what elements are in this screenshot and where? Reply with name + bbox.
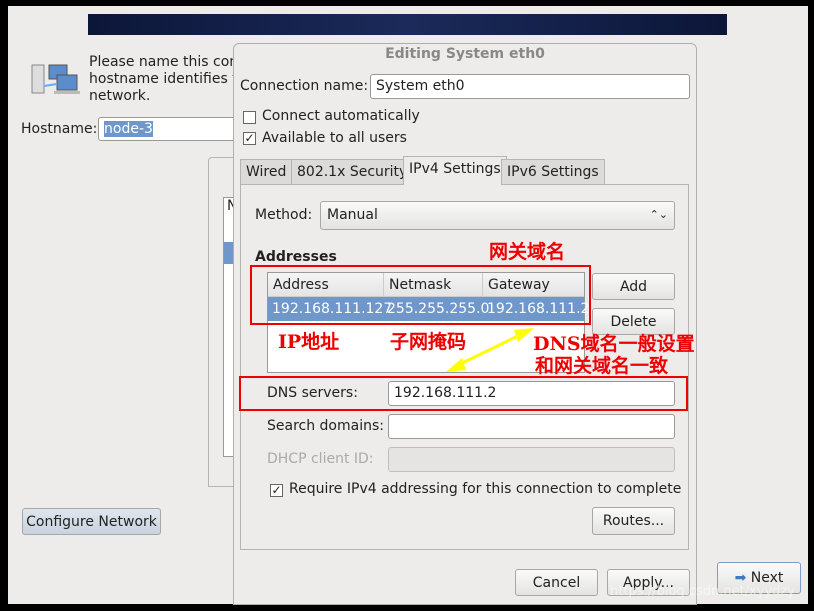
connect-automatically-checkbox[interactable] xyxy=(243,111,256,124)
annotation-gateway: 网关域名 xyxy=(489,241,566,263)
cancel-button[interactable]: Cancel xyxy=(515,569,598,596)
annotation-dns-2: 和网关域名一致 xyxy=(535,355,669,377)
watermark: https://blog.csdn.net/xyydzy xyxy=(610,584,795,599)
dialog-title: Editing System eth0 xyxy=(385,46,545,62)
available-to-all-checkbox[interactable]: ✓ xyxy=(243,132,256,145)
double-arrow-icon xyxy=(446,328,534,372)
tab-ipv4-settings[interactable]: IPv4 Settings xyxy=(403,156,507,185)
connect-automatically-label: Connect automatically xyxy=(262,108,420,124)
dhcp-client-id-label: DHCP client ID: xyxy=(267,451,374,467)
annotation-ip: IP地址 xyxy=(278,331,340,353)
add-button[interactable]: Add xyxy=(592,273,675,300)
hostname-value: node-3 xyxy=(104,121,153,137)
intro-line: hostname identifies th xyxy=(89,71,247,87)
addresses-heading: Addresses xyxy=(255,249,337,265)
dhcp-client-id-input[interactable] xyxy=(388,447,675,472)
intro-line: Please name this com xyxy=(89,54,243,70)
tab-ipv6-settings[interactable]: IPv6 Settings xyxy=(501,159,605,185)
spin-arrows-icon: ⌃⌄ xyxy=(649,208,668,221)
banner xyxy=(88,14,727,35)
method-select[interactable]: Manual ⌃⌄ xyxy=(320,201,675,230)
address-highlight-box xyxy=(250,265,591,325)
network-computers-icon xyxy=(31,64,80,94)
search-domains-input[interactable] xyxy=(388,414,675,439)
tab-wired[interactable]: Wired xyxy=(240,159,293,185)
search-domains-label: Search domains: xyxy=(267,418,384,434)
available-to-all-label: Available to all users xyxy=(262,130,407,146)
tab-8021x-security[interactable]: 802.1x Security xyxy=(291,159,414,185)
method-value: Manual xyxy=(327,207,378,223)
hostname-label: Hostname: xyxy=(21,121,98,137)
require-ipv4-checkbox[interactable]: ✓ xyxy=(270,484,283,497)
intro-line: network. xyxy=(89,88,151,104)
method-label: Method: xyxy=(255,207,313,223)
routes-button[interactable]: Routes... xyxy=(592,507,675,535)
hostname-input[interactable]: node-3 xyxy=(98,117,238,141)
connection-name-label: Connection name: xyxy=(240,78,369,94)
require-ipv4-label: Require IPv4 addressing for this connect… xyxy=(289,481,682,497)
connection-name-input[interactable]: System eth0 xyxy=(370,74,690,99)
dns-highlight-box xyxy=(239,376,688,411)
configure-network-button[interactable]: Configure Network xyxy=(22,508,161,535)
